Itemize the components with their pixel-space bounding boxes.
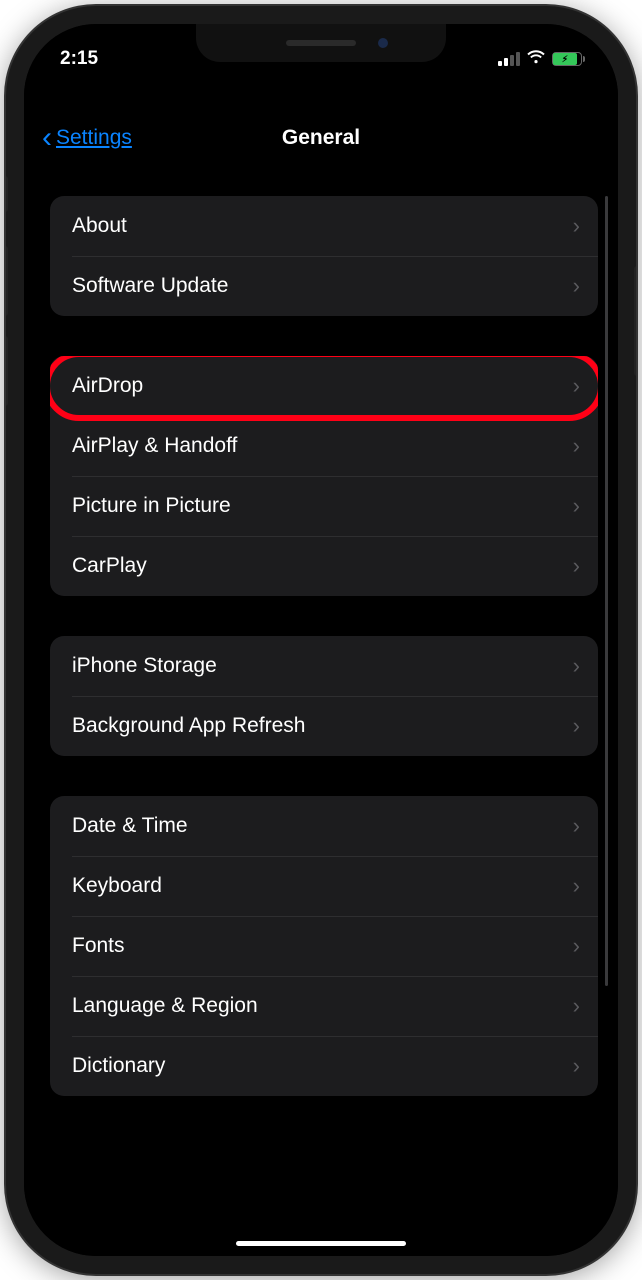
chevron-right-icon: ›	[573, 653, 580, 679]
row-label: AirDrop	[72, 374, 143, 398]
row-label: About	[72, 214, 127, 238]
row-picture-in-picture[interactable]: Picture in Picture ›	[50, 476, 598, 536]
chevron-right-icon: ›	[573, 373, 580, 399]
silence-switch[interactable]	[6, 176, 8, 212]
row-label: Keyboard	[72, 874, 162, 898]
row-label: AirPlay & Handoff	[72, 434, 237, 458]
chevron-right-icon: ›	[573, 713, 580, 739]
row-software-update[interactable]: Software Update ›	[50, 256, 598, 316]
row-airplay-handoff[interactable]: AirPlay & Handoff ›	[50, 416, 598, 476]
clock: 2:15	[60, 48, 98, 70]
chevron-right-icon: ›	[573, 933, 580, 959]
volume-down-button[interactable]	[6, 336, 8, 406]
row-label: Date & Time	[72, 814, 188, 838]
chevron-right-icon: ›	[573, 873, 580, 899]
row-date-time[interactable]: Date & Time ›	[50, 796, 598, 856]
row-about[interactable]: About ›	[50, 196, 598, 256]
row-keyboard[interactable]: Keyboard ›	[50, 856, 598, 916]
row-label: Dictionary	[72, 1054, 165, 1078]
volume-up-button[interactable]	[6, 246, 8, 316]
row-label: CarPlay	[72, 554, 147, 578]
row-label: Picture in Picture	[72, 494, 231, 518]
row-dictionary[interactable]: Dictionary ›	[50, 1036, 598, 1096]
chevron-right-icon: ›	[573, 493, 580, 519]
chevron-right-icon: ›	[573, 1053, 580, 1079]
settings-group: iPhone Storage › Background App Refresh ›	[50, 636, 598, 756]
navigation-bar: ‹ Settings General	[24, 116, 618, 160]
chevron-right-icon: ›	[573, 433, 580, 459]
row-label: Software Update	[72, 274, 228, 298]
chevron-right-icon: ›	[573, 273, 580, 299]
settings-group: AirDrop›AirPlay & Handoff›Picture in Pic…	[50, 356, 598, 596]
row-language-region[interactable]: Language & Region ›	[50, 976, 598, 1036]
row-label: Background App Refresh	[72, 714, 305, 738]
wifi-icon	[526, 48, 546, 70]
status-indicators: ⚡︎	[498, 48, 582, 70]
power-button[interactable]	[634, 266, 636, 376]
home-indicator[interactable]	[236, 1241, 406, 1246]
chevron-right-icon: ›	[573, 553, 580, 579]
chevron-right-icon: ›	[573, 213, 580, 239]
screen: 2:15 ⚡︎ ‹ Settings	[24, 24, 618, 1256]
front-camera	[378, 38, 388, 48]
row-airdrop[interactable]: AirDrop ›	[50, 356, 598, 416]
charging-bolt-icon: ⚡︎	[562, 54, 568, 65]
row-label: Fonts	[72, 934, 125, 958]
settings-group: About › Software Update ›	[50, 196, 598, 316]
row-label: iPhone Storage	[72, 654, 217, 678]
chevron-right-icon: ›	[573, 993, 580, 1019]
row-carplay[interactable]: CarPlay ›	[50, 536, 598, 596]
row-fonts[interactable]: Fonts ›	[50, 916, 598, 976]
content-scroll[interactable]: About›Software Update›AirDrop›AirPlay & …	[24, 196, 618, 1230]
cellular-signal-icon	[498, 52, 520, 66]
row-background-app-refresh[interactable]: Background App Refresh ›	[50, 696, 598, 756]
page-title: General	[24, 126, 618, 150]
speaker-grille	[286, 40, 356, 46]
settings-group: Date & Time›Keyboard›Fonts›Language & Re…	[50, 796, 598, 1096]
row-iphone-storage[interactable]: iPhone Storage ›	[50, 636, 598, 696]
battery-icon: ⚡︎	[552, 52, 582, 66]
device-frame: 2:15 ⚡︎ ‹ Settings	[6, 6, 636, 1274]
device-notch	[196, 24, 446, 62]
row-label: Language & Region	[72, 994, 258, 1018]
scroll-indicator[interactable]	[605, 196, 608, 986]
chevron-right-icon: ›	[573, 813, 580, 839]
